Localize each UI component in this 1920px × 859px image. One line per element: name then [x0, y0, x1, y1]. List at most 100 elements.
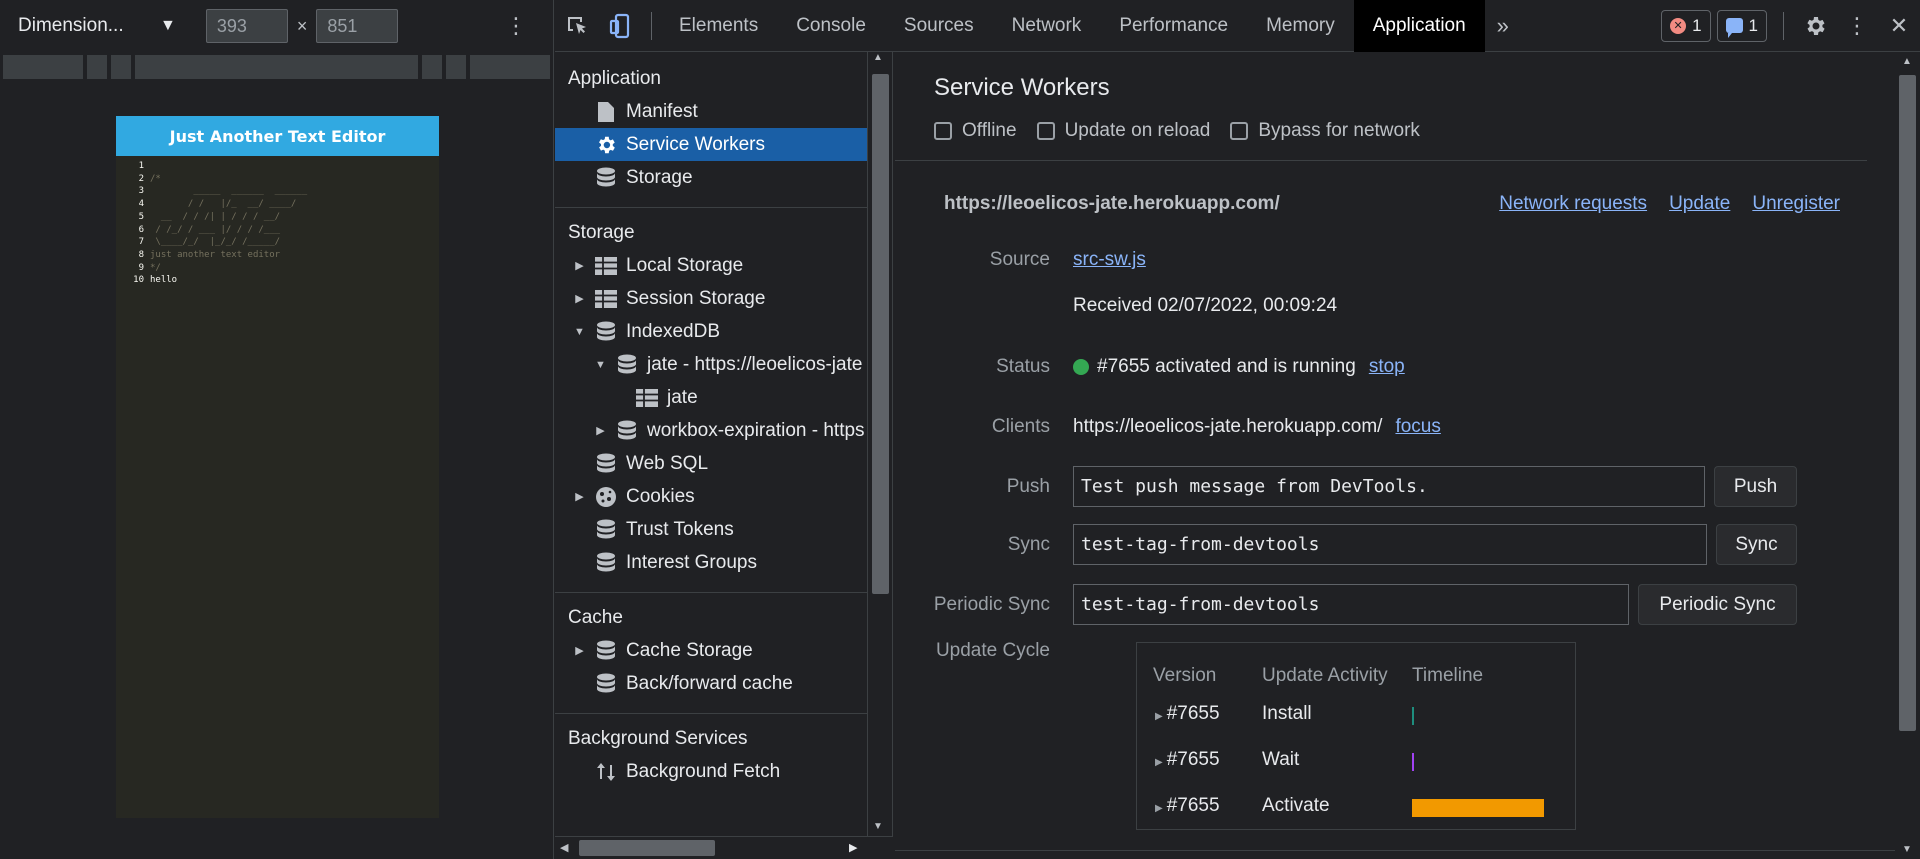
- sidebar-item-workbox-expiration[interactable]: ▶ workbox-expiration - https: [555, 414, 867, 447]
- sync-button[interactable]: Sync: [1716, 524, 1797, 565]
- width-input[interactable]: [205, 9, 288, 43]
- bypass-for-network-checkbox[interactable]: Bypass for network: [1230, 120, 1420, 142]
- stop-link[interactable]: stop: [1369, 356, 1405, 378]
- devtools-tabbar: Elements Console Sources Network Perform…: [555, 0, 1920, 52]
- sidebar-item-interest-groups[interactable]: Interest Groups: [555, 546, 867, 579]
- gear-icon: [594, 134, 618, 156]
- inspect-element-icon[interactable]: [555, 0, 599, 52]
- code-editor[interactable]: 1 2/* 3 _____ ______ ______ 4 / / |/_ __…: [116, 156, 439, 287]
- sidebar-item-cache-storage[interactable]: ▶ Cache Storage: [555, 634, 867, 667]
- sidebar-item-indexeddb[interactable]: ▼ IndexedDB: [555, 315, 867, 348]
- sidebar-item-trust-tokens[interactable]: Trust Tokens: [555, 513, 867, 546]
- more-tabs-icon[interactable]: »: [1485, 13, 1521, 39]
- tab-performance[interactable]: Performance: [1100, 0, 1247, 52]
- timeline-header: Timeline: [1412, 665, 1484, 686]
- code-line: 5 __ / / /| | / / / __/: [138, 211, 281, 222]
- focus-link[interactable]: focus: [1395, 416, 1440, 438]
- expand-arrow-icon[interactable]: ▶: [573, 490, 586, 503]
- update-cycle-label: Update Cycle: [935, 640, 1050, 661]
- sidebar-section-background-services[interactable]: Background Services: [555, 722, 867, 755]
- scroll-down-icon[interactable]: ▼: [873, 821, 883, 832]
- sidebar-item-storage[interactable]: Storage: [555, 161, 867, 194]
- code-line: 9 */: [138, 262, 161, 273]
- sidebar-item-back-forward-cache[interactable]: Back/forward cache: [555, 667, 867, 700]
- tab-network[interactable]: Network: [993, 0, 1101, 52]
- sidebar-item-local-storage[interactable]: ▶ Local Storage: [555, 249, 867, 282]
- sidebar-divider: [555, 207, 867, 208]
- sync-input[interactable]: test-tag-from-devtools: [1073, 524, 1707, 565]
- expand-arrow-icon[interactable]: ▶: [573, 292, 586, 305]
- cycle-row-activate[interactable]: ▶ #7655 Activate: [1137, 795, 1575, 825]
- update-cycle-table: Version Update Activity Timeline ▶ #7655 …: [1136, 642, 1576, 830]
- code-line: 4 / / |/_ __/ ____/: [138, 199, 297, 210]
- scroll-up-icon[interactable]: ▲: [1902, 56, 1912, 67]
- cycle-row-install[interactable]: ▶ #7655 Install: [1137, 703, 1575, 733]
- sidebar-item-background-fetch[interactable]: Background Fetch: [555, 755, 867, 788]
- dimension-caret-icon[interactable]: ▼: [160, 17, 176, 35]
- clients-label: Clients: [991, 416, 1050, 437]
- messages-badge[interactable]: 1: [1716, 9, 1767, 42]
- device-more-icon[interactable]: ⋮: [505, 13, 527, 39]
- collapse-arrow-icon[interactable]: ▼: [573, 326, 586, 338]
- timeline-bar: [1412, 707, 1414, 725]
- media-query-bar[interactable]: [3, 55, 551, 79]
- toolbar-divider: [1783, 11, 1784, 40]
- push-input[interactable]: Test push message from DevTools.: [1073, 466, 1705, 507]
- database-icon: [594, 519, 618, 541]
- expand-arrow-icon[interactable]: ▶: [1155, 803, 1163, 814]
- times-sign: ×: [296, 15, 308, 36]
- update-on-reload-checkbox[interactable]: Update on reload: [1036, 120, 1210, 142]
- scroll-left-icon[interactable]: ◀: [560, 841, 568, 854]
- sidebar-section-storage[interactable]: Storage: [555, 216, 867, 249]
- source-label: Source: [989, 249, 1050, 270]
- main-scrollbar[interactable]: ▲ ▼: [1895, 52, 1920, 859]
- tab-sources[interactable]: Sources: [885, 0, 993, 52]
- periodic-sync-input[interactable]: test-tag-from-devtools: [1073, 584, 1629, 625]
- errors-badge[interactable]: ✕ 1: [1661, 9, 1711, 42]
- more-options-icon[interactable]: ⋮: [1836, 13, 1878, 39]
- sidebar-section-application[interactable]: Application: [555, 62, 867, 95]
- expand-arrow-icon[interactable]: ▶: [594, 424, 607, 437]
- code-line: 1: [138, 161, 144, 171]
- editor-title: Just Another Text Editor: [116, 116, 439, 156]
- expand-arrow-icon[interactable]: ▶: [573, 259, 586, 272]
- sidebar-item-web-sql[interactable]: Web SQL: [555, 447, 867, 480]
- device-toolbar-icon[interactable]: [599, 0, 643, 52]
- sidebar-section-cache[interactable]: Cache: [555, 601, 867, 634]
- dimension-select[interactable]: Dimension...: [18, 15, 148, 37]
- source-link[interactable]: src-sw.js: [1073, 249, 1146, 271]
- tab-console[interactable]: Console: [777, 0, 885, 52]
- expand-arrow-icon[interactable]: ▶: [573, 644, 586, 657]
- main-scroll-thumb[interactable]: [1899, 75, 1916, 731]
- collapse-arrow-icon[interactable]: ▼: [594, 359, 607, 371]
- scroll-up-icon[interactable]: ▲: [873, 52, 883, 63]
- sidebar-scroll-thumb[interactable]: [872, 74, 889, 594]
- network-requests-link[interactable]: Network requests: [1499, 193, 1647, 215]
- close-icon[interactable]: ✕: [1878, 13, 1920, 39]
- update-link[interactable]: Update: [1669, 193, 1730, 215]
- sidebar-scrollbar[interactable]: ▲ ▼: [869, 52, 893, 836]
- sidebar-item-cookies[interactable]: ▶ Cookies: [555, 480, 867, 513]
- periodic-sync-button[interactable]: Periodic Sync: [1638, 584, 1797, 625]
- sidebar-item-session-storage[interactable]: ▶ Session Storage: [555, 282, 867, 315]
- sidebar-item-jate-db[interactable]: ▼ jate - https://leoelicos-jate: [555, 348, 867, 381]
- unregister-link[interactable]: Unregister: [1752, 193, 1840, 215]
- tab-application[interactable]: Application: [1353, 0, 1485, 52]
- expand-arrow-icon[interactable]: ▶: [1155, 711, 1163, 722]
- code-line: 10 hello: [133, 275, 178, 286]
- tab-elements[interactable]: Elements: [660, 0, 777, 52]
- push-button[interactable]: Push: [1714, 466, 1797, 507]
- offline-checkbox[interactable]: Offline: [934, 120, 1017, 142]
- sidebar-item-jate-store[interactable]: jate: [555, 381, 867, 414]
- tab-memory[interactable]: Memory: [1247, 0, 1354, 52]
- cycle-row-wait[interactable]: ▶ #7655 Wait: [1137, 749, 1575, 779]
- sidebar-item-service-workers[interactable]: Service Workers: [555, 128, 867, 161]
- scroll-down-icon[interactable]: ▼: [1902, 844, 1912, 855]
- expand-arrow-icon[interactable]: ▶: [1155, 757, 1163, 768]
- sidebar-item-manifest[interactable]: Manifest: [555, 95, 867, 128]
- settings-gear-icon[interactable]: [1794, 14, 1836, 38]
- height-input[interactable]: [316, 9, 399, 43]
- sidebar-hscroll-thumb[interactable]: [579, 840, 715, 856]
- scroll-right-icon[interactable]: ▶: [849, 841, 857, 854]
- sidebar-hscrollbar[interactable]: ◀ ▶: [555, 836, 893, 859]
